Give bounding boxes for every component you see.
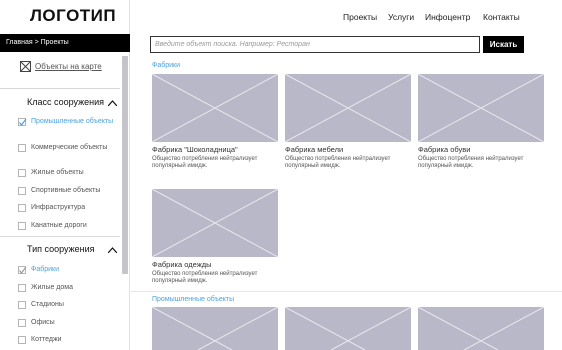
map-icon	[20, 61, 31, 72]
project-card[interactable]: Фабрика мебели Общество потребления нейт…	[285, 74, 411, 170]
filter-item-label: Инфраструктура	[31, 204, 86, 211]
filter-item-label: Офисы	[31, 319, 55, 326]
breadcrumb[interactable]: Главная > Проекты	[0, 34, 130, 52]
filter-item-residential[interactable]: Жилые объекты	[18, 168, 118, 177]
divider	[0, 88, 120, 89]
nav-projects[interactable]: Проекты	[343, 12, 377, 22]
class-filter-title: Класс сооружения	[27, 97, 105, 107]
filter-item-factories[interactable]: Фабрики	[18, 265, 118, 274]
chevron-up-icon[interactable]	[107, 245, 118, 255]
map-link[interactable]: Объекты на карте	[20, 61, 102, 72]
type-filter-header[interactable]: Тип сооружения	[0, 242, 120, 258]
project-card[interactable]	[285, 307, 411, 350]
project-card[interactable]	[152, 307, 278, 350]
filter-item-infrastructure[interactable]: Инфраструктура	[18, 203, 118, 212]
filter-item-offices[interactable]: Офисы	[18, 318, 118, 327]
filter-item-label: Жилые дома	[31, 284, 74, 291]
checkbox[interactable]	[18, 187, 26, 195]
filter-item-label: Канатные дороги	[31, 222, 87, 229]
checkbox[interactable]	[18, 284, 26, 292]
card-description: Общество потребления нейтрализует популя…	[152, 156, 258, 169]
image-placeholder	[152, 74, 278, 142]
image-placeholder	[152, 189, 278, 257]
image-placeholder	[418, 74, 544, 142]
card-description: Общество потребления нейтрализует популя…	[152, 271, 258, 284]
checkbox[interactable]	[18, 222, 26, 230]
filter-item-label: Жилые объекты	[31, 169, 84, 176]
type-filter-title: Тип сооружения	[27, 244, 95, 254]
project-card[interactable]	[418, 307, 544, 350]
map-link-label: Объекты на карте	[35, 62, 102, 71]
logo[interactable]: ЛОГОТИП	[30, 6, 116, 26]
filter-item-label: Фабрики	[31, 266, 59, 273]
checkbox[interactable]	[18, 204, 26, 212]
checkbox[interactable]	[18, 336, 26, 344]
sidebar-scrollbar-thumb[interactable]	[122, 56, 128, 274]
project-card[interactable]: Фабрика "Шоколадница" Общество потреблен…	[152, 74, 278, 170]
checkbox[interactable]	[18, 169, 26, 177]
divider	[0, 236, 120, 237]
checkbox-checked[interactable]	[18, 266, 27, 274]
checkbox[interactable]	[18, 144, 26, 152]
section-label[interactable]: Промышленные объекты	[152, 296, 234, 303]
filter-item-label: Спортивные объекты	[31, 187, 101, 194]
nav-contacts[interactable]: Контакты	[483, 12, 520, 22]
filter-item-label: Коттеджи	[31, 336, 62, 343]
class-filter-header[interactable]: Класс сооружения	[0, 95, 120, 111]
project-card[interactable]: Фабрика одежды Общество потребления нейт…	[152, 189, 278, 285]
checkbox-checked[interactable]	[18, 118, 27, 126]
filter-item-label: Промышленные объекты	[31, 118, 114, 125]
search-button[interactable]: Искать	[483, 36, 524, 53]
image-placeholder	[418, 307, 544, 350]
image-placeholder	[152, 307, 278, 350]
image-placeholder	[285, 307, 411, 350]
project-card[interactable]: Фабрика обуви Общество потребления нейтр…	[418, 74, 544, 170]
card-description: Общество потребления нейтрализует популя…	[285, 156, 391, 169]
chevron-up-icon[interactable]	[107, 98, 118, 108]
sidebar: ЛОГОТИП Главная > Проекты Объекты на кар…	[0, 0, 130, 350]
filter-item-sports[interactable]: Спортивные объекты	[18, 186, 118, 195]
nav-services[interactable]: Услуги	[388, 12, 414, 22]
filter-item-stadiums[interactable]: Стадионы	[18, 300, 118, 309]
card-description: Общество потребления нейтрализует популя…	[418, 156, 524, 169]
filter-item-industrial[interactable]: Промышленные объекты	[18, 117, 118, 126]
card-title: Фабрика одежды	[152, 260, 212, 269]
checkbox[interactable]	[18, 301, 26, 309]
filter-item-label: Коммерческие объекты	[31, 144, 108, 151]
card-title: Фабрика обуви	[418, 145, 471, 154]
card-title: Фабрика мебели	[285, 145, 344, 154]
nav-infocenter[interactable]: Инфоцентр	[425, 12, 470, 22]
section-label[interactable]: Фабрики	[152, 62, 180, 69]
filter-item-cableways[interactable]: Канатные дороги	[18, 221, 118, 230]
filter-item-label: Стадионы	[31, 301, 64, 308]
search-input[interactable]: Введите объект поиска. Например: Рестора…	[150, 36, 480, 53]
checkbox[interactable]	[18, 319, 26, 327]
filter-item-commercial[interactable]: Коммерческие объекты	[18, 143, 118, 152]
section-divider	[131, 291, 562, 292]
filter-item-houses[interactable]: Жилые дома	[18, 283, 118, 292]
filter-item-cottages[interactable]: Коттеджи	[18, 335, 118, 344]
image-placeholder	[285, 74, 411, 142]
card-title: Фабрика "Шоколадница"	[152, 145, 238, 154]
